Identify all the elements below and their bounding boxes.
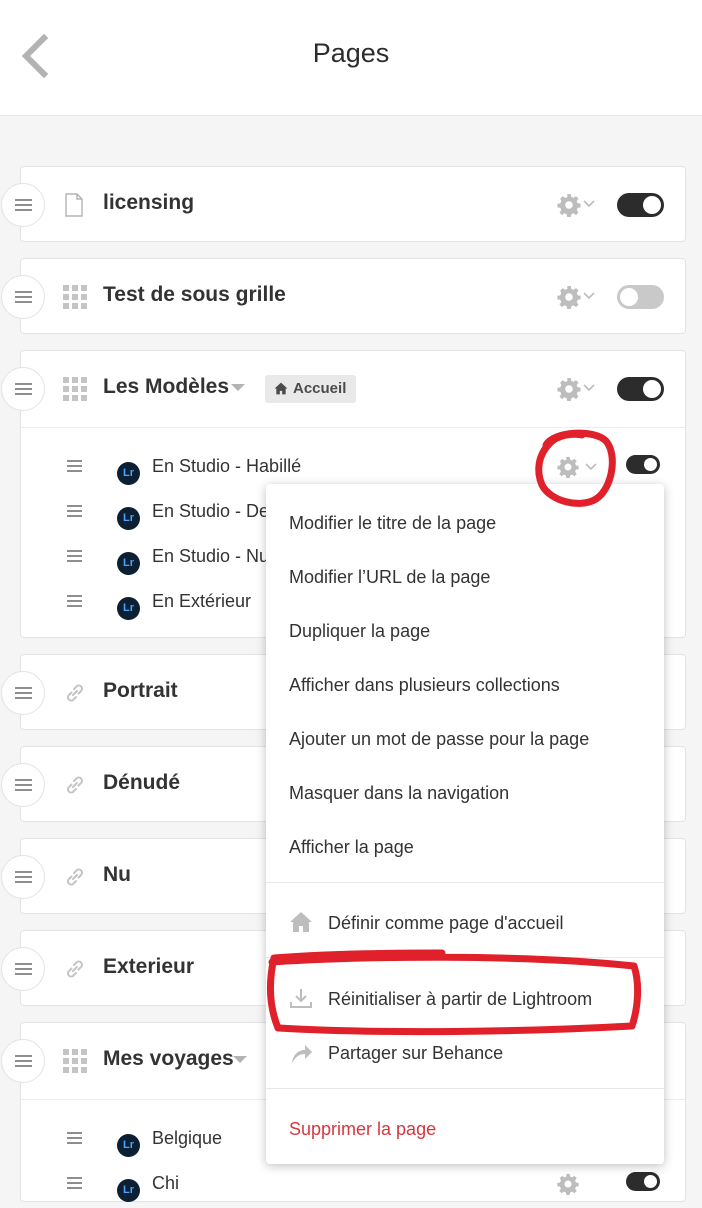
home-icon [288, 911, 314, 933]
lightroom-badge-icon: Lr [117, 1179, 140, 1202]
drag-handle-icon[interactable] [67, 505, 82, 517]
page-name: Exterieur [103, 955, 195, 978]
menu-divider [266, 882, 664, 883]
menu-item-reset-from-lightroom[interactable]: Réinitialiser à partir de Lightroom [328, 989, 592, 1010]
drag-handle-icon[interactable] [1, 947, 45, 991]
subpage-name: Chi [152, 1173, 180, 1193]
page-row[interactable]: Les Modèles Accueil [1, 351, 685, 427]
header-bar: Pages [0, 0, 702, 116]
page-card-licensing: licensing [1, 166, 686, 243]
visibility-toggle[interactable] [617, 285, 664, 309]
subpage-name: En Studio - De [152, 501, 270, 521]
page-row[interactable]: Test de sous grille [1, 259, 685, 335]
lightroom-badge-icon: Lr [117, 597, 140, 620]
drag-handle-icon[interactable] [67, 595, 82, 607]
drag-handle-icon[interactable] [1, 763, 45, 807]
lightroom-badge-icon: Lr [117, 462, 140, 485]
gear-icon[interactable] [557, 285, 581, 309]
page-name: Mes voyages [103, 1047, 234, 1070]
divider [21, 427, 685, 428]
visibility-toggle[interactable] [617, 377, 664, 401]
menu-item-view-page[interactable]: Afficher la page [289, 837, 414, 858]
home-badge: Accueil [265, 375, 357, 403]
page-context-menu: Modifier le titre de la page Modifier l’… [266, 484, 664, 1164]
visibility-toggle[interactable] [626, 1172, 660, 1191]
drag-handle-icon[interactable] [1, 183, 45, 227]
menu-divider [266, 957, 664, 958]
page-name: licensing [103, 191, 195, 214]
chevron-down-icon[interactable] [583, 292, 595, 300]
menu-item-duplicate[interactable]: Dupliquer la page [289, 621, 430, 642]
lightroom-badge-icon: Lr [117, 507, 140, 530]
gear-icon[interactable] [557, 193, 581, 217]
subpage-row[interactable]: Lr Chi [21, 1163, 685, 1208]
drag-handle-icon[interactable] [1, 855, 45, 899]
link-icon [63, 865, 87, 889]
menu-item-delete-page[interactable]: Supprimer la page [289, 1119, 436, 1140]
menu-item-add-password[interactable]: Ajouter un mot de passe pour la page [289, 729, 589, 750]
caret-down-icon[interactable] [233, 1056, 247, 1063]
drag-handle-icon[interactable] [1, 671, 45, 715]
gear-icon[interactable] [557, 456, 579, 478]
page-name: Dénudé [103, 771, 181, 794]
menu-item-hide-in-navigation[interactable]: Masquer dans la navigation [289, 783, 509, 804]
lightroom-badge-icon: Lr [117, 1134, 140, 1157]
link-icon [63, 773, 87, 797]
page-name: Nu [103, 863, 131, 886]
share-icon [292, 1045, 312, 1063]
grid-icon [63, 377, 87, 401]
home-icon [274, 382, 288, 395]
chevron-down-icon[interactable] [583, 384, 595, 392]
drag-handle-icon[interactable] [67, 550, 82, 562]
home-badge-label: Accueil [293, 380, 347, 397]
chevron-down-icon[interactable] [585, 463, 597, 471]
page-name: Portrait [103, 679, 178, 702]
menu-item-show-in-collections[interactable]: Afficher dans plusieurs collections [289, 675, 560, 696]
subpage-name: Belgique [152, 1128, 223, 1148]
gear-icon[interactable] [557, 1173, 579, 1195]
subpage-name: En Extérieur [152, 591, 252, 611]
menu-divider [266, 1088, 664, 1089]
menu-item-set-home[interactable]: Définir comme page d'accueil [328, 913, 564, 934]
subpage-name: En Studio - Nu [152, 546, 270, 566]
grid-icon [63, 1049, 87, 1073]
chevron-down-icon[interactable] [583, 200, 595, 208]
page-name: Les Modèles [103, 375, 230, 398]
page-name: Test de sous grille [103, 283, 286, 306]
lightroom-badge-icon: Lr [117, 552, 140, 575]
link-icon [63, 957, 87, 981]
page-card-test-de-sous-grille: Test de sous grille [1, 258, 686, 335]
visibility-toggle[interactable] [626, 455, 660, 474]
link-icon [63, 681, 87, 705]
drag-handle-icon[interactable] [67, 460, 82, 472]
caret-down-icon[interactable] [231, 384, 245, 391]
subpage-name: En Studio - Habillé [152, 456, 302, 476]
menu-item-edit-url[interactable]: Modifier l’URL de la page [289, 567, 490, 588]
page-title: Pages [312, 38, 390, 68]
drag-handle-icon[interactable] [67, 1132, 82, 1144]
menu-item-share-behance[interactable]: Partager sur Behance [328, 1043, 503, 1064]
drag-handle-icon[interactable] [1, 367, 45, 411]
gear-icon[interactable] [557, 377, 581, 401]
visibility-toggle[interactable] [617, 193, 664, 217]
download-icon [290, 989, 312, 1008]
page-icon [63, 193, 85, 217]
drag-handle-icon[interactable] [1, 1039, 45, 1083]
drag-handle-icon[interactable] [1, 275, 45, 319]
menu-item-edit-title[interactable]: Modifier le titre de la page [289, 513, 496, 534]
grid-icon [63, 285, 87, 309]
page-row[interactable]: licensing [1, 167, 685, 243]
